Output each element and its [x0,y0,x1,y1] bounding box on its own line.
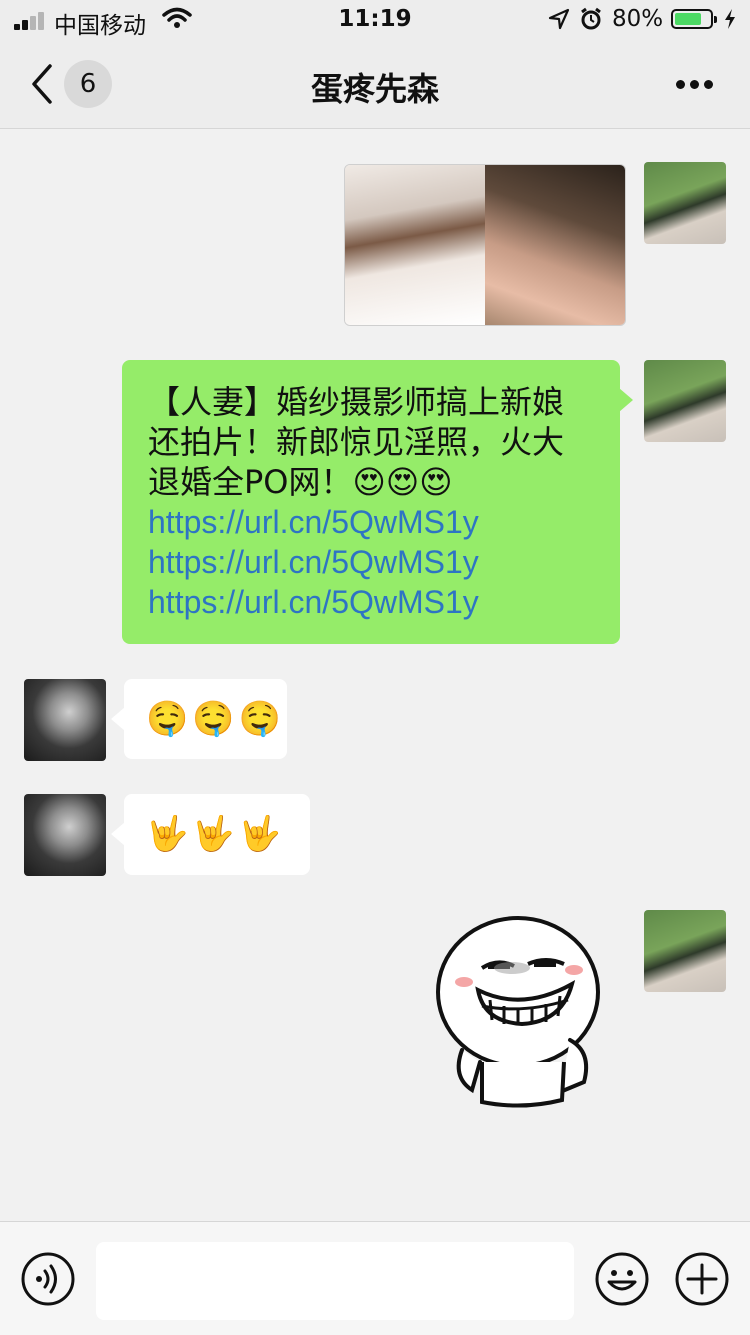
message-line: 【人妻】婚纱摄影师搞上新娘 [148,383,565,421]
message-line: 退婚全PO网！😍😍😍 [148,463,453,501]
message-input[interactable] [96,1242,574,1320]
photo-right [485,165,625,325]
charging-icon [725,9,735,29]
contact-avatar[interactable] [24,794,106,876]
photo-left [345,165,485,325]
self-avatar[interactable] [644,910,726,992]
emoji-icon[interactable] [595,1252,649,1306]
message-line: 还拍片！新郎惊见淫照，火大 [148,423,565,461]
plus-icon[interactable] [675,1252,729,1306]
emoji-message-bubble[interactable]: 🤟🤟🤟 [111,794,310,875]
location-arrow-icon [548,8,570,30]
status-bar: 中国移动 11:19 80% [0,0,750,40]
self-avatar[interactable] [644,360,726,442]
page-title: 蛋疼先森 [310,70,439,108]
contact-avatar[interactable] [24,679,106,761]
grinning-face-sticker[interactable] [432,912,610,1110]
more-dots-icon[interactable] [676,80,714,90]
message-link[interactable]: https://url.cn/5QwMS1y [148,542,596,582]
input-toolbar [0,1221,750,1335]
message-link[interactable]: https://url.cn/5QwMS1y [148,502,596,542]
battery-percent: 80% [612,6,664,32]
emoji-text: 🤤🤤🤤 [146,699,286,739]
chat-header: 6 蛋疼先森 [0,40,750,129]
image-message[interactable] [344,164,626,326]
voice-icon[interactable] [21,1252,75,1306]
text-message-bubble[interactable]: 【人妻】婚纱摄影师搞上新娘 还拍片！新郎惊见淫照，火大 退婚全PO网！😍😍😍 h… [122,360,633,644]
self-avatar[interactable] [644,162,726,244]
battery-icon [671,9,717,29]
emoji-message-bubble[interactable]: 🤤🤤🤤 [111,679,287,759]
message-link[interactable]: https://url.cn/5QwMS1y [148,582,596,622]
emoji-text: 🤟🤟🤟 [146,814,286,854]
alarm-icon [581,7,601,30]
